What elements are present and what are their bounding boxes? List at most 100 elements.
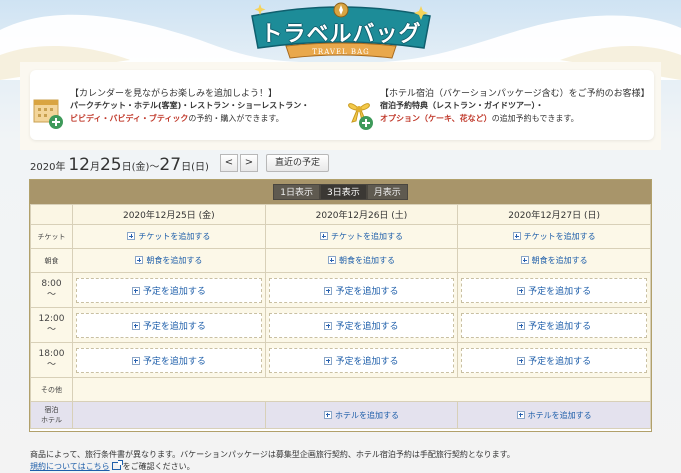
corner-cell [30, 204, 73, 225]
add-plan-label: 予定を追加する [528, 356, 592, 367]
time-label-start: 12:00 [38, 314, 65, 324]
promo-calendar-line2-red: ビビディ・バビディ・ブティック [70, 114, 189, 123]
plan-slot[interactable]: 予定を追加する [268, 312, 455, 338]
add-plan-link[interactable]: 予定を追加する [324, 284, 398, 297]
tab-month[interactable]: 月表示 [366, 184, 408, 200]
recent-plans-button[interactable]: 直近の予定 [266, 154, 330, 172]
plan-slot[interactable]: 予定を追加する [461, 277, 647, 303]
promo-hotel-line2-rest: の追加予約もできます。 [491, 114, 579, 123]
row-label-hotel-line2: ホテル [41, 416, 62, 424]
date-year-unit: 年 [55, 162, 66, 173]
add-breakfast-label: 朝食を追加する [338, 256, 395, 265]
add-plan-link[interactable]: 予定を追加する [517, 319, 591, 332]
gift-ribbon-icon [348, 103, 373, 130]
add-breakfast-link[interactable]: 朝食を追加する [266, 255, 458, 266]
add-plan-link[interactable]: 予定を追加する [517, 284, 591, 297]
add-ticket-label: チケットを追加する [523, 232, 596, 241]
row-label-time-0800: 8:00 ～ [30, 272, 73, 308]
plan-slot[interactable]: 予定を追加する [76, 347, 262, 373]
add-hotel-link[interactable]: ホテルを追加する [266, 410, 458, 421]
time-label-tilde: ～ [46, 290, 56, 300]
add-plan-link[interactable]: 予定を追加する [517, 354, 591, 367]
plan-slot[interactable]: 予定を追加する [461, 312, 647, 338]
add-ticket-label: チケットを追加する [138, 232, 211, 241]
plan-slot[interactable]: 予定を追加する [76, 277, 262, 303]
add-ticket-link[interactable]: チケットを追加する [73, 231, 265, 242]
add-plan-label: 予定を追加する [528, 321, 592, 332]
plus-icon [319, 232, 328, 240]
add-breakfast-link[interactable]: 朝食を追加する [458, 255, 650, 266]
calendar: 1日表示 3日表示 月表示 2020年12月25日 (金) 2020年12月26… [29, 179, 652, 432]
date-start-weekday: (金) [131, 162, 150, 173]
external-window-icon [111, 460, 123, 470]
plus-icon [517, 286, 526, 295]
add-plan-link[interactable]: 予定を追加する [131, 284, 206, 297]
footer-confirm-text: をご確認ください。 [122, 462, 195, 471]
add-ticket-link[interactable]: チケットを追加する [266, 231, 458, 242]
add-plan-link[interactable]: 予定を追加する [324, 319, 398, 332]
terms-link[interactable]: 規約についてはこちら [30, 462, 110, 471]
add-hotel-label: ホテルを追加する [527, 410, 592, 420]
plan-slot[interactable]: 予定を追加する [268, 277, 455, 303]
promo-hotel-line2-red: オプション（ケーキ、花など） [380, 114, 492, 123]
time-label-tilde: ～ [46, 325, 56, 335]
footer-terms-line: 規約についてはこちら をご確認ください。 [30, 460, 195, 472]
plan-slot[interactable]: 予定を追加する [268, 347, 455, 373]
plus-icon [512, 232, 521, 240]
plus-icon [517, 321, 526, 330]
plus-icon [131, 286, 140, 295]
row-label-time-1200: 12:00 ～ [30, 307, 73, 343]
promo-calendar-heading: 【カレンダーを見ながらお楽しみを追加しよう！】 [70, 89, 278, 99]
add-plan-label: 予定を追加する [142, 286, 206, 297]
plus-icon [324, 286, 333, 295]
add-breakfast-link[interactable]: 朝食を追加する [73, 255, 265, 266]
column-header-day2: 2020年12月26日 (土) [264, 204, 459, 225]
column-header-day1: 2020年12月25日 (金) [72, 204, 266, 225]
promo-hotel-line1: 宿泊予約特典（レストラン・ガイドツアー）・ [380, 101, 544, 110]
date-month: 12 [68, 155, 90, 175]
date-month-unit: 月 [89, 162, 100, 173]
add-hotel-link[interactable]: ホテルを追加する [458, 410, 650, 421]
add-plan-label: 予定を追加する [335, 356, 399, 367]
row-label-time-1800: 18:00 ～ [30, 342, 73, 378]
row-label-hotel: 宿泊 ホテル [30, 401, 73, 429]
time-label-start: 8:00 [41, 279, 62, 289]
add-plan-link[interactable]: 予定を追加する [131, 354, 206, 367]
add-plan-label: 予定を追加する [335, 321, 399, 332]
row-label-breakfast: 朝食 [30, 248, 73, 273]
time-label-start: 18:00 [38, 349, 65, 359]
promo-hotel-heading: 【ホテル宿泊（バケーションパッケージ含む）をご予約のお客様】 [380, 89, 650, 99]
add-ticket-link[interactable]: チケットを追加する [458, 231, 650, 242]
add-plan-label: 予定を追加する [142, 321, 206, 332]
plus-icon [131, 321, 140, 330]
plus-icon [324, 321, 333, 330]
date-day-unit-2: 日 [181, 162, 192, 173]
plus-icon [516, 410, 525, 419]
next-button[interactable]: > [240, 154, 258, 172]
plan-slot[interactable]: 予定を追加する [461, 347, 647, 373]
calendar-icon [33, 99, 63, 129]
tab-3day[interactable]: 3日表示 [319, 184, 367, 200]
footer-terms-note: 商品によって、旅行条件書が異なります。バケーションパッケージは募集型企画旅行契約… [30, 450, 515, 459]
add-plan-link[interactable]: 予定を追加する [324, 354, 398, 367]
plan-slot[interactable]: 予定を追加する [76, 312, 262, 338]
add-ticket-label: チケットを追加する [330, 232, 403, 241]
date-end-day: 27 [159, 155, 182, 175]
date-day-unit: 日 [121, 162, 132, 173]
calendar-toolbar: 1日表示 3日表示 月表示 [30, 180, 651, 204]
view-tabs: 1日表示 3日表示 月表示 [273, 184, 408, 200]
tab-1day[interactable]: 1日表示 [273, 184, 320, 200]
plus-icon [127, 232, 136, 240]
time-label-tilde: ～ [46, 360, 56, 370]
prev-button[interactable]: < [220, 154, 238, 172]
plus-icon [135, 256, 144, 264]
promo-hotel: 【ホテル宿泊（バケーションパッケージ含む）をご予約のお客様】 宿泊予約特典（レス… [342, 82, 650, 142]
row-label-hotel-line1: 宿泊 [44, 406, 59, 414]
date-tilde: ～ [149, 162, 160, 173]
column-header-day3: 2020年12月27日 (日) [457, 204, 651, 225]
travel-bag-logo: トラベルバッグ TRAVEL BAG [246, 2, 436, 66]
date-year: 2020 [30, 162, 56, 173]
add-breakfast-label: 朝食を追加する [531, 256, 588, 265]
add-plan-link[interactable]: 予定を追加する [131, 319, 206, 332]
plus-icon [131, 356, 140, 365]
